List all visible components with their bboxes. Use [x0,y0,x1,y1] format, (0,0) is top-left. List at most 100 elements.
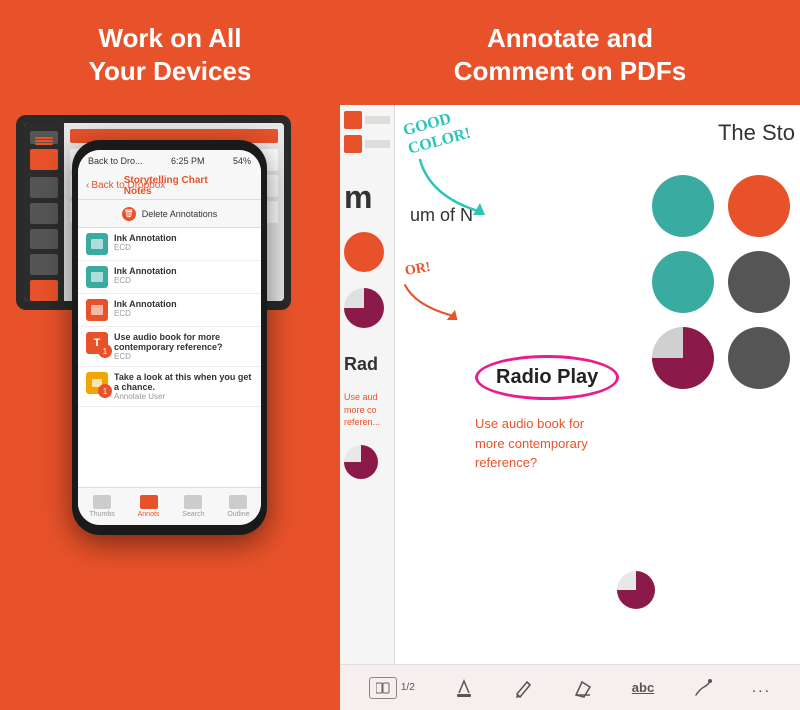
circle-teal2 [652,251,714,313]
right-header-line2: Comment on PDFs [454,56,687,86]
tablet-sidebar-item5 [30,229,58,250]
annot-item-1[interactable]: Ink Annotation ECD [78,228,261,261]
phone-tab-thumbs[interactable]: Thumbs [89,495,114,518]
annot-text-3: Ink Annotation ECD [114,299,253,318]
right-header: Annotate and Comment on PDFs [434,0,707,97]
purple-pie-partial [344,288,384,328]
annot-item-2[interactable]: Ink Annotation ECD [78,261,261,294]
pdf-page-main: GOODCOLOR! The Sto [395,105,800,664]
orange-circle-partial [344,232,384,272]
left-panel: Work on All Your Devices [0,0,340,710]
phone-status-time: 6:25 PM [171,156,205,166]
eraser-icon [572,677,594,699]
book-svg [376,682,390,694]
tablet-sidebar-item2 [30,149,58,170]
pen-icon [692,677,714,699]
thumbs-icon [93,495,111,509]
right-header-line1: Annotate and [487,23,653,53]
tablet-sidebar [24,123,64,301]
annot-icon-ink3 [86,299,108,321]
annot-icon-ink1 [86,233,108,255]
phone-tab-outline[interactable]: Outline [227,495,249,518]
tablet-sidebar-item3 [30,177,58,198]
annot-text-1: Ink Annotation ECD [114,233,253,252]
delete-annotations-label: Delete Annotations [142,209,218,219]
sp-text1 [365,116,390,124]
handwriting-good-color: GOODCOLOR! [405,113,469,151]
color-or-annotation: OR! [405,260,431,278]
letter-m-partial: m [344,179,390,216]
sp-icon2 [344,135,362,153]
sidebar-partial-row2 [344,135,390,153]
use-aud-partial: Use audmore coreferen... [344,391,390,429]
toolbar-text-item[interactable]: abc [632,680,654,695]
phone-nav-bar: ‹ Back to Dropbox Storytelling Chart Not… [78,172,261,200]
annots-label: Annots [138,511,160,518]
more-dots: ... [752,679,771,697]
annot-text-2: Ink Annotation ECD [114,266,253,285]
annot-text-5: Take a look at this when you get a chanc… [114,372,253,401]
pdf-toolbar: 1/2 [340,664,800,710]
toolbar-pen-item[interactable] [692,677,714,699]
radio-play-label: Radio Play [496,366,598,388]
phone-annotations-list: Ink Annotation ECD Ink Annotation ECD [78,228,261,487]
page-book-icon [369,677,397,699]
sidebar-partial-row1 [344,111,390,129]
tablet-sidebar-item7 [30,280,58,301]
left-header-line1: Work on All [98,23,241,53]
toolbar-eraser-item[interactable] [572,677,594,699]
small-pie-chart [617,571,655,609]
toolbar-highlight-item[interactable] [453,677,475,699]
annots-icon [140,495,158,509]
annot-badge-4: 1 [98,344,112,358]
sidebar-partial-content: m Rad Use audmore coreferen... [340,105,394,485]
circle-teal1 [652,175,714,237]
abc-label: abc [632,680,654,695]
thumbs-label: Thumbs [89,511,114,518]
phone-tab-search[interactable]: Search [182,495,204,518]
radio-play-ellipse: Radio Play [475,355,619,400]
color-or-arrow [400,280,460,320]
toolbar-more-item[interactable]: ... [752,679,771,697]
small-pie-partial [344,445,378,479]
tablet-sidebar-item4 [30,203,58,224]
left-header: Work on All Your Devices [69,0,272,97]
audio-book-text: Use audio book formore contemporaryrefer… [475,414,795,473]
phone-mockup: Back to Dro... 6:25 PM 54% ‹ Back to Dro… [72,140,267,535]
annot-item-5[interactable]: 1 Take a look at this when you get a cha… [78,367,261,407]
sp-text2 [365,140,390,148]
page-count-text: 1/2 [401,682,415,693]
annot-item-3[interactable]: Ink Annotation ECD [78,294,261,327]
phone-bottom-bar: Thumbs Annots Search Outline [78,487,261,525]
annot-item-4[interactable]: T 1 Use audio book for more contemporary… [78,327,261,367]
toolbar-page-count-item[interactable]: 1/2 [369,677,415,699]
color-or-text: OR! [404,260,432,280]
good-color-text: GOODCOLOR! [401,105,473,159]
tablet-sidebar-item1 [30,131,58,144]
phone-status-left: Back to Dro... [88,156,143,166]
phone-delete-bar[interactable]: 🗑 Delete Annotations [78,200,261,228]
phone-screen: Back to Dro... 6:25 PM 54% ‹ Back to Dro… [78,150,261,525]
phone-nav-title: Storytelling Chart Notes [124,175,216,197]
phone-status-battery: 54% [233,156,251,166]
pdf-container: m Rad Use audmore coreferen... GOODCOLOR… [340,105,800,710]
search-icon [184,495,202,509]
phone-status-bar: Back to Dro... 6:25 PM 54% [78,150,261,172]
highlight-icon [453,677,475,699]
phone-tab-annots[interactable]: Annots [138,495,160,518]
pdf-title: The Sto [718,120,795,146]
left-sidebar-partial: m Rad Use audmore coreferen... [340,105,395,664]
circle-orange [728,175,790,237]
tablet-sidebar-item6 [30,254,58,275]
radio-play-section: Radio Play Use audio book formore contem… [475,355,795,473]
good-color-arrow [410,155,490,215]
annot-badge-5: 1 [98,384,112,398]
annot-text-4: Use audio book for more contemporary ref… [114,332,253,361]
annot-icon-ink2 [86,266,108,288]
right-panel: Annotate and Comment on PDFs m [340,0,800,710]
pdf-title-text: The Sto [718,120,795,145]
circle-gray1 [728,251,790,313]
outline-label: Outline [227,511,249,518]
toolbar-pencil-item[interactable] [512,677,534,699]
pencil-icon [512,677,534,699]
